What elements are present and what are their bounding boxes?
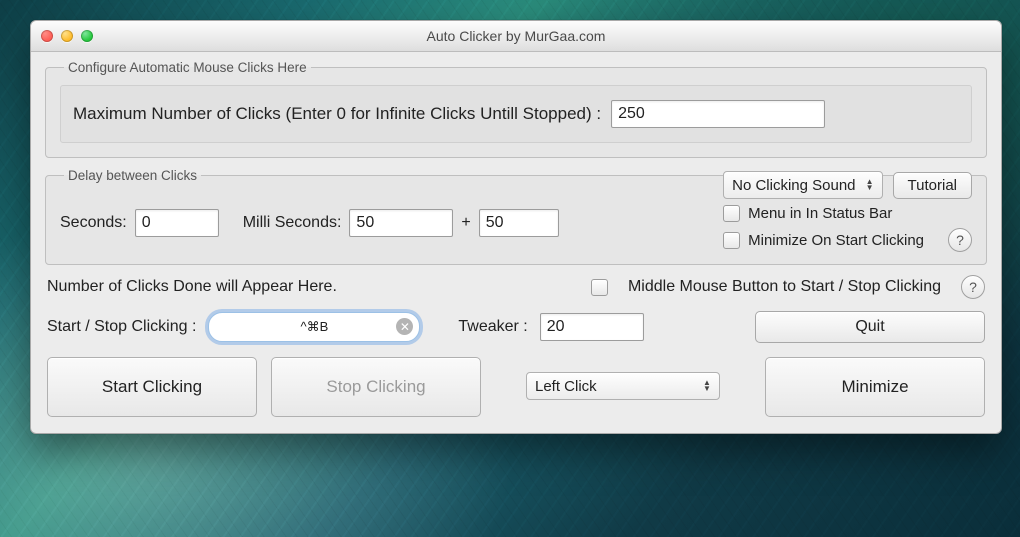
menu-statusbar-label: Menu in In Status Bar [748, 205, 892, 222]
clicks-done-status: Number of Clicks Done will Appear Here. [47, 278, 337, 296]
click-type-select[interactable]: Left Click ▲▼ [526, 372, 720, 400]
tweaker-label: Tweaker : [458, 318, 527, 336]
app-window: Auto Clicker by MurGaa.com Configure Aut… [30, 20, 1002, 434]
sound-select[interactable]: No Clicking Sound ▲▼ [723, 171, 882, 199]
tutorial-button[interactable]: Tutorial [893, 172, 972, 199]
plus-label: + [461, 214, 470, 232]
milliseconds-input-2[interactable] [479, 209, 559, 237]
chevron-updown-icon: ▲▼ [862, 179, 878, 191]
milliseconds-input-1[interactable] [349, 209, 453, 237]
click-type-value: Left Click [535, 378, 693, 395]
titlebar: Auto Clicker by MurGaa.com [31, 21, 1001, 52]
help-icon[interactable]: ? [961, 275, 985, 299]
group-configure-clicks: Configure Automatic Mouse Clicks Here Ma… [45, 60, 987, 158]
minimize-on-start-label: Minimize On Start Clicking [748, 232, 924, 249]
seconds-label: Seconds: [60, 214, 127, 232]
shortcut-input[interactable]: ^⌘B ✕ [208, 312, 420, 342]
minimize-on-start-checkbox[interactable] [723, 232, 740, 249]
clear-icon[interactable]: ✕ [396, 318, 413, 335]
help-icon[interactable]: ? [948, 228, 972, 252]
max-clicks-label: Maximum Number of Clicks (Enter 0 for In… [73, 104, 601, 124]
shortcut-value: ^⌘B [301, 319, 329, 335]
milliseconds-label: Milli Seconds: [243, 214, 342, 232]
max-clicks-input[interactable] [611, 100, 825, 128]
chevron-updown-icon: ▲▼ [699, 380, 715, 392]
group-configure-legend: Configure Automatic Mouse Clicks Here [64, 60, 311, 75]
window-title: Auto Clicker by MurGaa.com [31, 28, 1001, 44]
group-delay: Delay between Clicks Seconds: Milli Seco… [45, 168, 987, 265]
seconds-input[interactable] [135, 209, 219, 237]
sound-select-value: No Clicking Sound [732, 177, 855, 194]
shortcut-label: Start / Stop Clicking : [47, 318, 196, 336]
menu-statusbar-checkbox[interactable] [723, 205, 740, 222]
group-delay-legend: Delay between Clicks [64, 168, 201, 183]
middle-mouse-checkbox[interactable] [591, 279, 608, 296]
minimize-button[interactable]: Minimize [765, 357, 985, 417]
middle-mouse-label: Middle Mouse Button to Start / Stop Clic… [628, 278, 941, 296]
tweaker-input[interactable] [540, 313, 644, 341]
quit-button[interactable]: Quit [755, 311, 985, 343]
stop-clicking-button[interactable]: Stop Clicking [271, 357, 481, 417]
start-clicking-button[interactable]: Start Clicking [47, 357, 257, 417]
